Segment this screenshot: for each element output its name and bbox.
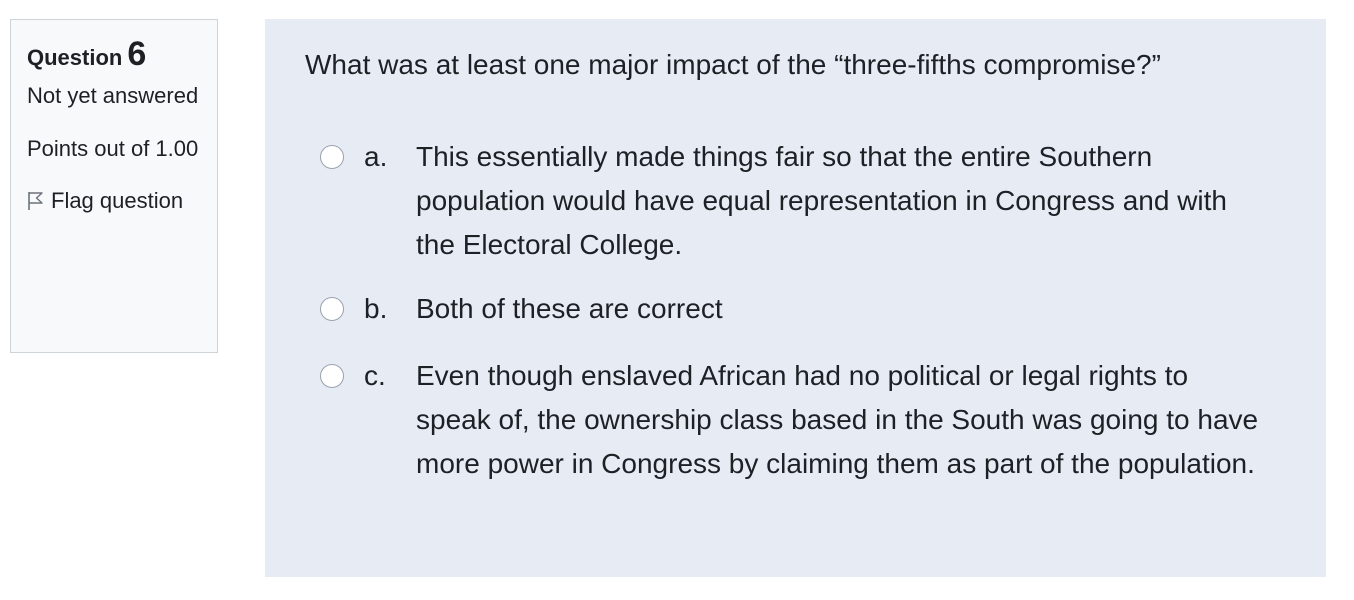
answer-text: Even though enslaved African had no poli… <box>416 360 1259 479</box>
flag-question-link[interactable]: Flag question <box>27 183 201 219</box>
question-label: Question <box>27 45 123 70</box>
answer-option-c[interactable]: c. Even though enslaved African had no p… <box>320 354 1280 486</box>
flag-icon <box>28 192 43 210</box>
answer-option-b[interactable]: b. Both of these are correct <box>320 287 1280 331</box>
radio-button[interactable] <box>320 297 344 321</box>
question-number-heading: Question 6 <box>27 35 201 74</box>
radio-button[interactable] <box>320 145 344 169</box>
answer-option-a[interactable]: a. This essentially made things fair so … <box>320 135 1280 267</box>
answer-letter: b. <box>364 293 388 324</box>
question-content: What was at least one major impact of th… <box>265 19 1326 577</box>
flag-question-label: Flag question <box>51 188 184 213</box>
question-text: What was at least one major impact of th… <box>305 49 1161 80</box>
answer-text: This essentially made things fair so tha… <box>416 141 1227 260</box>
answer-text: Both of these are correct <box>416 293 723 324</box>
radio-button[interactable] <box>320 364 344 388</box>
question-grade: Points out of 1.00 <box>27 136 199 161</box>
question-state: Not yet answered <box>27 83 199 108</box>
question-number: 6 <box>127 35 147 73</box>
answer-letter: a. <box>364 141 388 172</box>
question-info-panel: Question 6 Not yet answered Points out o… <box>10 19 218 353</box>
answer-letter: c. <box>364 360 386 391</box>
